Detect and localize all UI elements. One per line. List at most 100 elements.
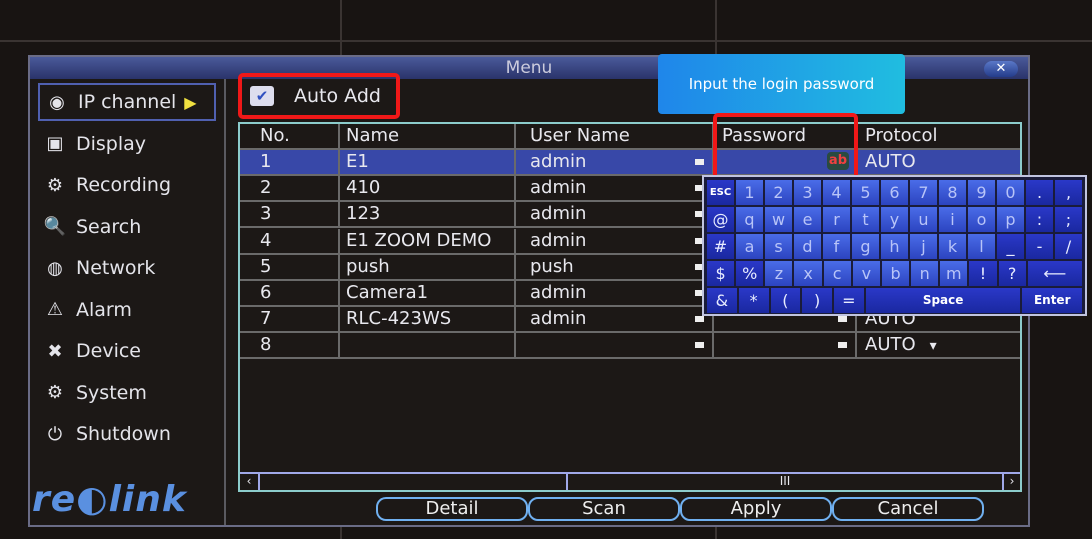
key-f[interactable]: f bbox=[823, 234, 850, 259]
key-z[interactable]: z bbox=[765, 261, 793, 286]
key-m[interactable]: m bbox=[940, 261, 968, 286]
scroll-right-button[interactable]: › bbox=[1004, 474, 1020, 490]
horizontal-scrollbar[interactable]: ‹ III › bbox=[240, 472, 1020, 490]
key-e[interactable]: e bbox=[794, 207, 821, 232]
table-cell[interactable] bbox=[340, 333, 516, 358]
key-u[interactable]: u bbox=[910, 207, 937, 232]
sidebar-item-alarm[interactable]: ⚠ Alarm bbox=[38, 291, 216, 329]
key-4[interactable]: 4 bbox=[823, 180, 850, 205]
table-cell[interactable]: 1 bbox=[240, 150, 340, 174]
key-6[interactable]: 6 bbox=[881, 180, 908, 205]
key-/[interactable]: / bbox=[1055, 234, 1082, 259]
key-r[interactable]: r bbox=[823, 207, 850, 232]
key-![interactable]: ! bbox=[969, 261, 997, 286]
table-cell[interactable]: 2 bbox=[240, 176, 340, 201]
table-cell[interactable] bbox=[516, 333, 714, 358]
key-8[interactable]: 8 bbox=[939, 180, 966, 205]
table-cell[interactable]: Camera1 bbox=[340, 281, 516, 305]
key-0[interactable]: 0 bbox=[997, 180, 1024, 205]
key-i[interactable]: i bbox=[939, 207, 966, 232]
sidebar-item-network[interactable]: ◍ Network bbox=[38, 249, 216, 287]
key-t[interactable]: t bbox=[852, 207, 879, 232]
key-3[interactable]: 3 bbox=[794, 180, 821, 205]
table-cell[interactable]: RLC-423WS bbox=[340, 307, 516, 332]
sidebar-item-shutdown[interactable]: ⏻ Shutdown bbox=[38, 415, 216, 453]
column-header[interactable]: Name bbox=[340, 124, 516, 148]
cancel-button[interactable]: Cancel bbox=[832, 497, 984, 521]
table-cell[interactable]: admin bbox=[516, 281, 714, 305]
key-9[interactable]: 9 bbox=[968, 180, 995, 205]
key-)[interactable]: ) bbox=[802, 288, 832, 313]
key-ESC[interactable]: ESC bbox=[707, 180, 734, 205]
key-v[interactable]: v bbox=[852, 261, 880, 286]
table-cell[interactable]: 5 bbox=[240, 254, 340, 279]
table-cell[interactable]: AUTO bbox=[857, 150, 1020, 174]
key-7[interactable]: 7 bbox=[910, 180, 937, 205]
key-1[interactable]: 1 bbox=[736, 180, 763, 205]
key-=[interactable]: = bbox=[834, 288, 864, 313]
key-y[interactable]: y bbox=[881, 207, 908, 232]
key-&[interactable]: & bbox=[707, 288, 737, 313]
apply-button[interactable]: Apply bbox=[680, 497, 832, 521]
sidebar-item-display[interactable]: ▣ Display bbox=[38, 125, 216, 163]
sidebar-item-ip-channel[interactable]: ◉ IP channel ▶ bbox=[38, 83, 216, 121]
key-@[interactable]: @ bbox=[707, 207, 734, 232]
table-cell[interactable]: push bbox=[340, 254, 516, 279]
key-:[interactable]: : bbox=[1026, 207, 1053, 232]
table-cell[interactable]: admin bbox=[516, 307, 714, 332]
table-cell[interactable]: 6 bbox=[240, 281, 340, 305]
key-b[interactable]: b bbox=[881, 261, 910, 286]
scroll-thumb[interactable]: III bbox=[568, 474, 1004, 490]
table-cell[interactable]: admin bbox=[516, 176, 714, 201]
key-_[interactable]: _ bbox=[997, 234, 1024, 259]
key-s[interactable]: s bbox=[765, 234, 792, 259]
table-cell[interactable]: push bbox=[516, 254, 714, 279]
key-([interactable]: ( bbox=[770, 288, 801, 313]
table-cell[interactable] bbox=[714, 333, 857, 358]
column-header[interactable]: User Name bbox=[516, 124, 714, 148]
key--[interactable]: - bbox=[1026, 234, 1053, 259]
key-backspace[interactable]: ⟵ bbox=[1027, 261, 1083, 286]
column-header[interactable]: Protocol bbox=[857, 124, 1020, 148]
key-.[interactable]: . bbox=[1026, 180, 1053, 205]
scroll-track[interactable] bbox=[260, 474, 568, 490]
table-cell[interactable]: admin bbox=[516, 150, 714, 174]
table-cell[interactable]: 7 bbox=[240, 307, 340, 332]
sidebar-item-search[interactable]: 🔍 Search bbox=[38, 208, 216, 246]
scroll-left-button[interactable]: ‹ bbox=[240, 474, 260, 490]
key-a[interactable]: a bbox=[736, 234, 763, 259]
auto-add-checkbox[interactable]: ✔ Auto Add bbox=[238, 73, 400, 119]
table-row[interactable]: 1 E1 admin ab AUTO bbox=[240, 150, 1020, 176]
sidebar-item-recording[interactable]: ⚙ Recording bbox=[38, 166, 216, 204]
table-cell[interactable]: 123 bbox=[340, 202, 516, 227]
table-cell[interactable]: 8 bbox=[240, 333, 340, 358]
key-w[interactable]: w bbox=[765, 207, 792, 232]
table-cell[interactable]: 3 bbox=[240, 202, 340, 227]
key-x[interactable]: x bbox=[794, 261, 822, 286]
key-p[interactable]: p bbox=[997, 207, 1024, 232]
key-2[interactable]: 2 bbox=[765, 180, 792, 205]
sidebar-item-system[interactable]: ⚙ System bbox=[38, 374, 216, 412]
table-cell[interactable]: 410 bbox=[340, 176, 516, 201]
detail-button[interactable]: Detail bbox=[376, 497, 528, 521]
key-5[interactable]: 5 bbox=[852, 180, 879, 205]
close-button[interactable]: ✕ bbox=[984, 61, 1018, 77]
key-j[interactable]: j bbox=[910, 234, 937, 259]
table-cell[interactable]: admin bbox=[516, 228, 714, 253]
key-*[interactable]: * bbox=[738, 288, 769, 313]
key-Space[interactable]: Space bbox=[865, 288, 1021, 313]
key-q[interactable]: q bbox=[736, 207, 763, 232]
column-header[interactable]: No. bbox=[240, 124, 340, 148]
table-cell[interactable]: 4 bbox=[240, 228, 340, 253]
table-row[interactable]: 8 AUTO ▾ bbox=[240, 333, 1020, 360]
table-cell[interactable]: admin bbox=[516, 202, 714, 227]
table-cell[interactable]: AUTO ▾ bbox=[857, 333, 1020, 357]
sidebar-item-device[interactable]: ✖ Device bbox=[38, 332, 216, 370]
key-$[interactable]: $ bbox=[707, 261, 735, 286]
dropdown-arrow-icon[interactable]: ▾ bbox=[930, 338, 937, 354]
key-g[interactable]: g bbox=[852, 234, 879, 259]
key-h[interactable]: h bbox=[881, 234, 908, 259]
key-l[interactable]: l bbox=[968, 234, 995, 259]
key-o[interactable]: o bbox=[968, 207, 995, 232]
scan-button[interactable]: Scan bbox=[528, 497, 680, 521]
